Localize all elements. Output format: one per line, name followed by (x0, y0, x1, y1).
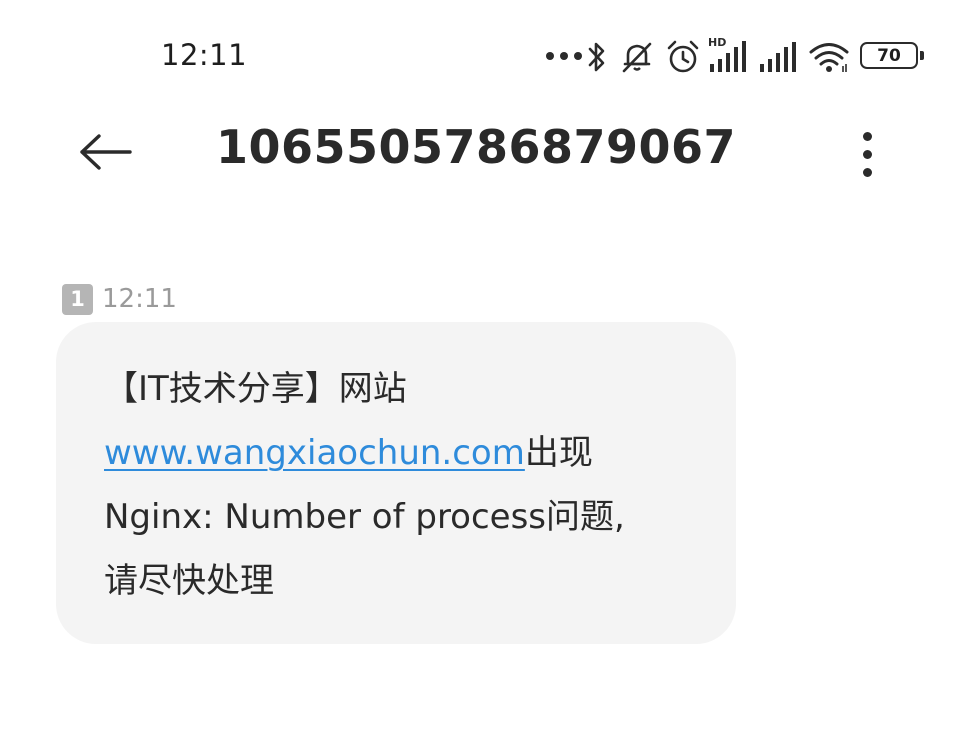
hd-label: HD (708, 36, 727, 49)
message-link[interactable]: www.wangxiaochun.com (104, 433, 525, 473)
message-line-4: 请尽快处理 (104, 561, 274, 601)
alarm-icon (667, 40, 699, 73)
more-vert-icon (862, 131, 872, 141)
mute-icon (622, 42, 652, 73)
dots-icon (546, 52, 582, 60)
sim-badge: 1 (62, 283, 93, 315)
conversation-title: 1065505786879067 (215, 120, 737, 174)
signal-icon (760, 42, 796, 72)
message-text-2: 出现 (524, 433, 593, 473)
status-icons: HD 70 (540, 34, 930, 78)
conversation-header: 1065505786879067 (0, 100, 970, 200)
message-line-1: 【IT技术分享】网站 (104, 369, 407, 409)
status-time: 12:11 (161, 38, 248, 72)
status-bar: 12:11 HD 70 (0, 0, 970, 100)
message-line-3: Nginx: Number of process问题, (104, 497, 625, 537)
hd-signal-icon: HD (708, 36, 748, 78)
bluetooth-icon (588, 42, 605, 72)
battery-level: 70 (877, 45, 901, 66)
more-options-button[interactable] (845, 124, 889, 184)
message-line-2: www.wangxiaochun.com出现 (104, 421, 696, 485)
message-meta: 1 12:11 (62, 283, 177, 315)
battery-icon: 70 (860, 42, 924, 69)
message-time: 12:11 (102, 284, 177, 314)
wifi-icon (809, 43, 849, 72)
message-bubble[interactable]: 【IT技术分享】网站 www.wangxiaochun.com出现 Nginx:… (56, 322, 736, 644)
message-text: 【IT技术分享】网站 www.wangxiaochun.com出现 Nginx:… (104, 357, 696, 613)
